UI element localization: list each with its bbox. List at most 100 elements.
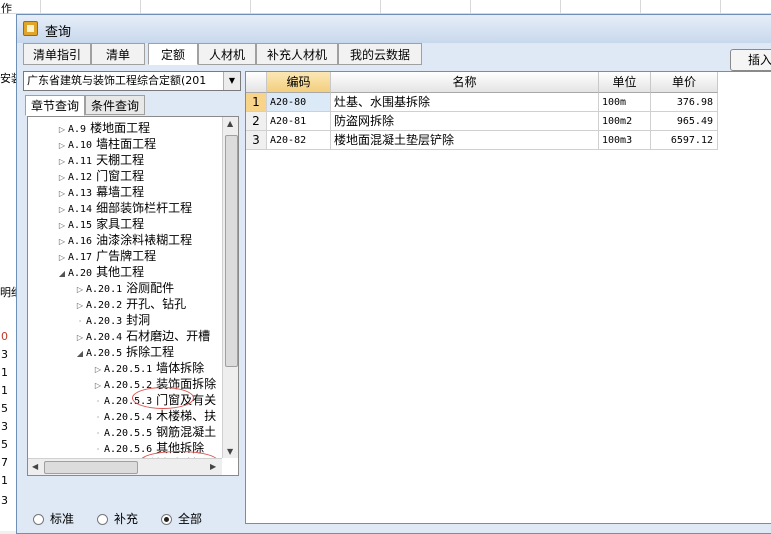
tree-node-code: A.12	[68, 172, 93, 183]
row-number-header	[246, 72, 267, 93]
column-header-unit[interactable]: 单位	[599, 72, 651, 93]
table-cell-name[interactable]: 防盗网拆除	[331, 112, 599, 131]
scroll-down-icon[interactable]: ▼	[227, 447, 233, 456]
scroll-thumb[interactable]	[225, 135, 238, 367]
table-cell-name[interactable]: 灶基、水围基拆除	[331, 93, 599, 112]
table-cell-unit[interactable]: 100m	[599, 93, 651, 112]
sheet-row-number: 3	[1, 348, 8, 361]
table-row[interactable]: 3 A20-82 楼地面混凝土垫层铲除 100m3 6597.12	[246, 131, 718, 150]
tab-supplement-labor-material[interactable]: 补充人材机	[256, 43, 338, 65]
tree-node-label: 油漆涂料裱糊工程	[96, 233, 193, 247]
tab-labor-material[interactable]: 人材机	[198, 43, 256, 65]
tree-node[interactable]: ▷ A.11 天棚工程	[56, 152, 144, 168]
tree-node-code: A.20.4	[86, 332, 123, 343]
column-header-price[interactable]: 单价	[651, 72, 718, 93]
tree-node[interactable]: · A.20.5.5 钢筋混凝土	[92, 424, 216, 440]
table-cell-no[interactable]: 1	[246, 93, 267, 112]
tree-node[interactable]: ▷ A.20.1 浴厕配件	[74, 280, 174, 296]
results-table[interactable]: 编码 名称 单位 单价 1 A20-80 灶基、水围基拆除 100m 376.98 2 A2…	[245, 71, 771, 524]
tree-node-code: A.20.5	[86, 348, 123, 359]
sheet-row-number: 1	[1, 474, 8, 487]
tree-node-code: A.20.5.1	[104, 364, 153, 375]
table-cell-name[interactable]: 楼地面混凝土垫层铲除	[331, 131, 599, 150]
table-cell-code[interactable]: A20-82	[267, 131, 331, 150]
tree-node[interactable]: ▷ A.12 门窗工程	[56, 168, 144, 184]
sheet-row-number: 3	[1, 494, 8, 507]
tree-node-code: A.10	[68, 140, 93, 151]
tree-node-code: A.14	[68, 204, 93, 215]
tree-node[interactable]: · A.20.5.4 木楼梯、扶	[92, 408, 216, 424]
tree-node-code: A.16	[68, 236, 93, 247]
tree-node[interactable]: ▷ A.13 幕墙工程	[56, 184, 144, 200]
table-cell-unit[interactable]: 100m2	[599, 112, 651, 131]
sheet-row-number: 1	[1, 366, 8, 379]
sheet-row-number: 1	[1, 384, 8, 397]
tab-quota[interactable]: 定额	[148, 43, 198, 65]
insert-button[interactable]: 插入	[730, 49, 771, 71]
tree-node-label: 木楼梯、扶	[156, 409, 217, 423]
tree-node[interactable]: ▷ A.14 细部装饰栏杆工程	[56, 200, 192, 216]
table-cell-code[interactable]: A20-80	[267, 93, 331, 112]
window-title: 查询	[45, 25, 72, 40]
tree-node-code: A.20.3	[86, 316, 123, 327]
table-cell-no[interactable]: 2	[246, 112, 267, 131]
tree-node[interactable]: ▷ A.17 广告牌工程	[56, 248, 156, 264]
table-cell-no[interactable]: 3	[246, 131, 267, 150]
tree-node[interactable]: ▷ A.16 油漆涂料裱糊工程	[56, 232, 192, 248]
column-header-code[interactable]: 编码	[267, 72, 331, 93]
tree-node-label: 石材磨边、开槽	[126, 329, 211, 343]
tree-horizontal-scrollbar[interactable]: ◀ ▶	[28, 458, 222, 475]
tree-node-label: 家具工程	[96, 217, 145, 231]
chapter-tree[interactable]: ▷ A.9 楼地面工程 ▷ A.10 墙柱面工程 ▷ A.11 天棚工程 ▷ A.12 门窗工程 ▷ A.…	[27, 116, 239, 476]
tree-node-label: 墙体拆除	[156, 361, 205, 375]
tree-node-label: 幕墙工程	[96, 185, 145, 199]
tab-chapter-query[interactable]: 章节查询	[25, 95, 85, 116]
quota-library-select[interactable]: 广东省建筑与装饰工程综合定额(201 ▼	[23, 71, 241, 91]
query-dialog: 查询 清单指引 清单 定额 人材机 补充人材机 我的云数据 插入 广东省建筑与装…	[16, 14, 771, 534]
scroll-right-icon[interactable]: ▶	[210, 462, 216, 471]
expand-arrow-icon[interactable]: ◢	[56, 266, 68, 282]
tree-node-label: 浴厕配件	[126, 281, 175, 295]
table-cell-price[interactable]: 965.49	[651, 112, 718, 131]
sheet-row-number: 3	[1, 420, 8, 433]
tab-my-cloud-data[interactable]: 我的云数据	[338, 43, 422, 65]
tree-node[interactable]: ▷ A.10 墙柱面工程	[56, 136, 156, 152]
tree-node-label: 开孔、钻孔	[126, 297, 187, 311]
radio-standard[interactable]: 标准	[33, 510, 74, 527]
tree-node-label: 墙柱面工程	[96, 137, 157, 151]
tree-node[interactable]: ▷ A.20.4 石材磨边、开槽	[74, 328, 210, 344]
title-bar[interactable]: 查询	[17, 15, 771, 43]
table-cell-price[interactable]: 376.98	[651, 93, 718, 112]
tab-condition-query[interactable]: 条件查询	[85, 95, 145, 115]
table-row[interactable]: 1 A20-80 灶基、水围基拆除 100m 376.98	[246, 93, 718, 112]
sheet-row-number: 5	[1, 438, 8, 451]
tree-node[interactable]: ▷ A.15 家具工程	[56, 216, 144, 232]
table-cell-unit[interactable]: 100m3	[599, 131, 651, 150]
radio-all[interactable]: 全部	[161, 510, 202, 527]
table-cell-price[interactable]: 6597.12	[651, 131, 718, 150]
tree-node[interactable]: ▷ A.20.5.1 墙体拆除	[92, 360, 204, 376]
table-row[interactable]: 2 A20-81 防盗网拆除 100m2 965.49	[246, 112, 718, 131]
annotation-circle	[132, 387, 194, 409]
scroll-left-icon[interactable]: ◀	[32, 462, 38, 471]
expand-arrow-icon[interactable]: ◢	[74, 346, 86, 362]
tree-node[interactable]: ◢ A.20 其他工程	[56, 264, 144, 280]
radio-label: 标准	[50, 512, 75, 526]
radio-circle-icon	[161, 514, 172, 525]
tree-node[interactable]: · A.20.3 封洞	[74, 312, 150, 328]
column-header-name[interactable]: 名称	[331, 72, 599, 93]
tree-node[interactable]: ▷ A.20.2 开孔、钻孔	[74, 296, 186, 312]
chevron-down-icon[interactable]: ▼	[223, 72, 240, 90]
tree-node-code: A.11	[68, 156, 93, 167]
radio-supplement[interactable]: 补充	[97, 510, 138, 527]
scroll-up-icon[interactable]: ▲	[227, 119, 233, 128]
tree-vertical-scrollbar[interactable]: ▲ ▼	[222, 117, 238, 458]
table-cell-code[interactable]: A20-81	[267, 112, 331, 131]
tree-node[interactable]: ▷ A.9 楼地面工程	[56, 120, 150, 136]
tree-node[interactable]: ◢ A.20.5 拆除工程	[74, 344, 174, 360]
radio-circle-icon	[33, 514, 44, 525]
tab-bill[interactable]: 清单	[91, 43, 145, 65]
radio-label: 全部	[178, 512, 203, 526]
tab-bill-guide[interactable]: 清单指引	[23, 43, 91, 65]
scroll-thumb[interactable]	[44, 461, 138, 474]
